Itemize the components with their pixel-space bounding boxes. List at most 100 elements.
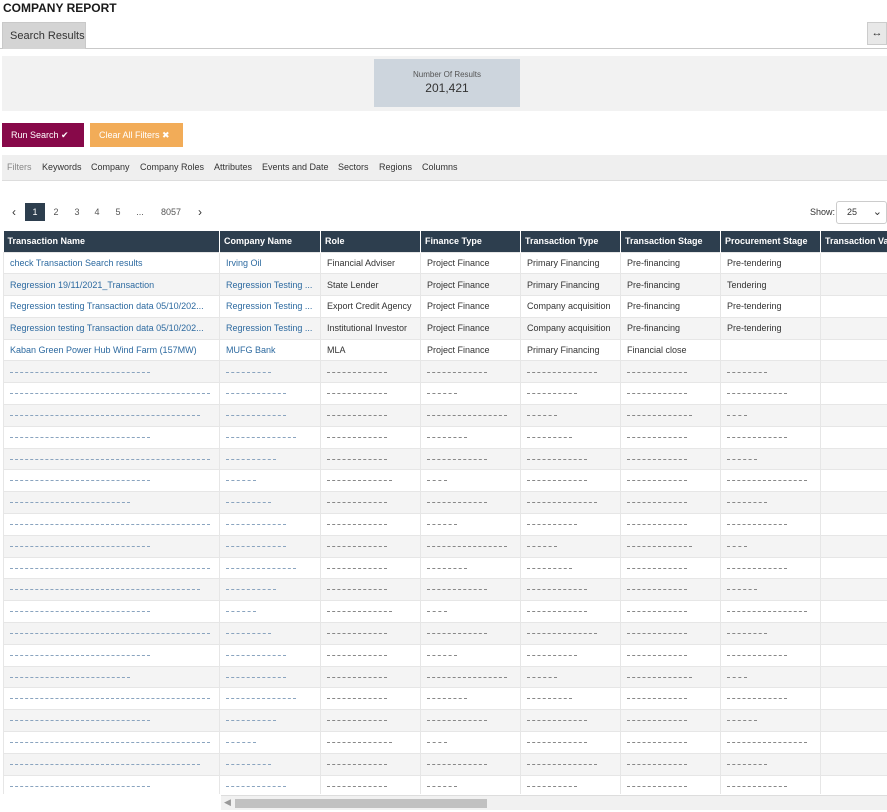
page-2[interactable]: 2 xyxy=(50,203,62,221)
redacted-text xyxy=(627,633,687,635)
page-last[interactable]: 8057 xyxy=(158,203,184,221)
table-cell-redacted xyxy=(820,578,887,602)
filter-regions[interactable]: Regions xyxy=(379,162,412,172)
redacted-text xyxy=(10,524,210,526)
table-row-redacted[interactable] xyxy=(3,556,887,580)
redacted-text xyxy=(226,480,256,482)
table-cell-redacted xyxy=(420,731,521,754)
page-3[interactable]: 3 xyxy=(71,203,83,221)
run-search-button[interactable]: Run Search ✔ xyxy=(2,123,84,147)
table-cell[interactable]: check Transaction Search results xyxy=(3,251,220,275)
table-row-redacted[interactable] xyxy=(3,752,887,776)
table-row[interactable]: Kaban Green Power Hub Wind Farm (157MW) M… xyxy=(3,338,887,362)
scroll-left-icon[interactable]: ◀ xyxy=(224,797,231,808)
page-5[interactable]: 5 xyxy=(112,203,124,221)
table-row-redacted[interactable] xyxy=(3,687,887,711)
table-row-redacted[interactable] xyxy=(3,404,887,427)
col-transaction-type[interactable]: Transaction Type xyxy=(520,231,621,252)
redacted-text xyxy=(627,567,687,570)
col-finance-type[interactable]: Finance Type xyxy=(420,231,521,252)
table-row[interactable]: check Transaction Search results Irving O… xyxy=(3,251,887,275)
table-cell[interactable]: Regression Testing ... xyxy=(219,316,321,340)
table-row-redacted[interactable] xyxy=(3,491,887,515)
clear-filters-button[interactable]: Clear All Filters ✖ xyxy=(90,123,183,147)
table-row-redacted[interactable] xyxy=(3,643,887,667)
table-cell-redacted xyxy=(3,534,220,558)
table-cell[interactable]: Regression 19/11/2021_Transaction xyxy=(3,273,220,297)
table-row-redacted[interactable] xyxy=(3,731,887,754)
redacted-text xyxy=(327,785,387,788)
col-transaction-name[interactable]: Transaction Name xyxy=(3,231,220,252)
table-row[interactable]: Regression testing Transaction data 05/1… xyxy=(3,295,887,318)
redacted-text xyxy=(427,654,457,657)
next-page-icon[interactable]: › xyxy=(195,203,205,221)
filter-keywords[interactable]: Keywords xyxy=(42,162,82,172)
table-cell-redacted xyxy=(620,665,721,689)
table-cell[interactable]: Regression Testing ... xyxy=(219,295,321,318)
table-row-redacted[interactable] xyxy=(3,425,887,449)
scrollbar-thumb[interactable] xyxy=(235,799,487,808)
table-row-redacted[interactable] xyxy=(3,622,887,645)
col-transaction-stage[interactable]: Transaction Stage xyxy=(620,231,721,252)
table-cell-redacted xyxy=(3,447,220,471)
table-row-redacted[interactable] xyxy=(3,600,887,624)
redacted-text xyxy=(226,393,286,395)
table-cell[interactable]: Regression testing Transaction data 05/1… xyxy=(3,295,220,318)
col-role[interactable]: Role xyxy=(320,231,421,252)
table-row-redacted[interactable] xyxy=(3,534,887,558)
table-cell-redacted xyxy=(420,600,521,624)
table-row[interactable]: Regression 19/11/2021_Transaction Regress… xyxy=(3,273,887,297)
page-size-select[interactable]: 25 ⌄ xyxy=(836,201,887,224)
table-cell-redacted xyxy=(3,665,220,689)
table-cell-redacted xyxy=(520,600,621,624)
filter-company[interactable]: Company xyxy=(91,162,130,172)
table-cell[interactable]: Kaban Green Power Hub Wind Farm (157MW) xyxy=(3,338,220,362)
table-row-redacted[interactable] xyxy=(3,360,887,384)
table-row-redacted[interactable] xyxy=(3,513,887,536)
table-cell[interactable]: Regression Testing ... xyxy=(219,273,321,297)
filter-sectors[interactable]: Sectors xyxy=(338,162,369,172)
col-transaction-value[interactable]: Transaction Va xyxy=(820,231,887,252)
redacted-text xyxy=(226,742,256,744)
page-4[interactable]: 4 xyxy=(91,203,103,221)
filter-columns[interactable]: Columns xyxy=(422,162,458,172)
col-procurement-stage[interactable]: Procurement Stage xyxy=(720,231,821,252)
redacted-text xyxy=(727,371,767,374)
page-1[interactable]: 1 xyxy=(25,203,45,221)
table-cell[interactable]: Irving Oil xyxy=(219,251,321,275)
table-cell-redacted xyxy=(219,600,321,624)
filter-company-roles[interactable]: Company Roles xyxy=(140,162,204,172)
tab-search-results[interactable]: Search Results xyxy=(2,22,86,49)
prev-page-icon[interactable]: ‹ xyxy=(9,203,19,221)
table-cell-redacted xyxy=(820,469,887,493)
table-cell-redacted xyxy=(420,491,521,515)
expand-horizontal-icon[interactable]: ↔ xyxy=(867,22,887,45)
table-row-redacted[interactable] xyxy=(3,382,887,406)
redacted-text xyxy=(226,524,286,526)
filter-attributes[interactable]: Attributes xyxy=(214,162,252,172)
horizontal-scrollbar[interactable]: ◀ xyxy=(221,795,887,810)
redacted-text xyxy=(10,611,150,613)
redacted-text xyxy=(10,763,200,766)
table-cell[interactable]: Regression testing Transaction data 05/1… xyxy=(3,316,220,340)
redacted-text xyxy=(627,436,687,439)
table-cell-redacted xyxy=(320,513,421,536)
table-row-redacted[interactable] xyxy=(3,469,887,493)
table-cell-redacted xyxy=(620,469,721,493)
table-cell-redacted xyxy=(520,534,621,558)
table-row-redacted[interactable] xyxy=(3,447,887,471)
table-cell-redacted xyxy=(520,491,621,515)
table-cell-redacted xyxy=(820,774,887,794)
table-row-redacted[interactable] xyxy=(3,709,887,733)
table-row-redacted[interactable] xyxy=(3,774,887,794)
table-cell[interactable]: MUFG Bank xyxy=(219,338,321,362)
table-row-redacted[interactable] xyxy=(3,578,887,602)
col-company-name[interactable]: Company Name xyxy=(219,231,321,252)
table-row[interactable]: Regression testing Transaction data 05/1… xyxy=(3,316,887,340)
table-row-redacted[interactable] xyxy=(3,665,887,689)
redacted-text xyxy=(327,480,392,482)
table-cell-redacted xyxy=(219,556,321,580)
table-cell: Primary Financing xyxy=(520,273,621,297)
redacted-text xyxy=(427,524,457,526)
filter-events-date[interactable]: Events and Date xyxy=(262,162,329,172)
